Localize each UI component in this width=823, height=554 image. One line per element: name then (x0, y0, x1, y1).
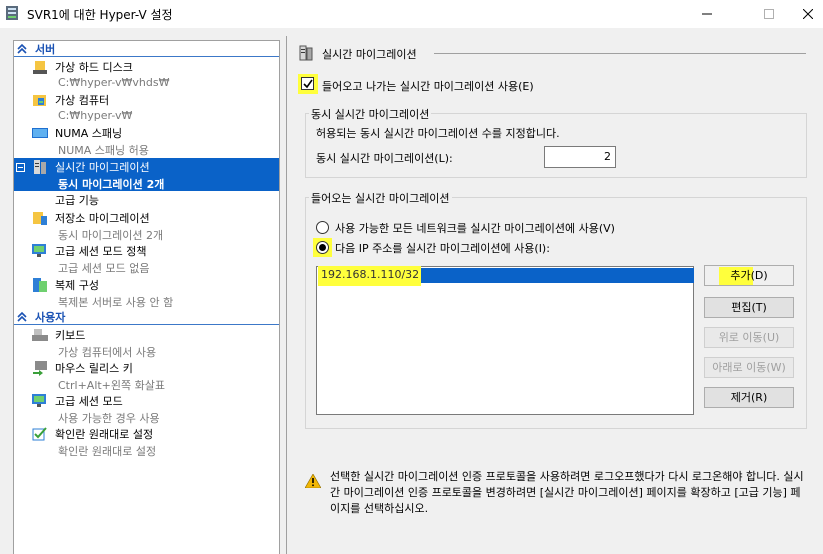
sidebar-item-label: 실시간 마이그레이션 (55, 161, 150, 174)
title-bar: SVR1에 대한 Hyper-V 설정 (0, 0, 823, 28)
radio-specific-ip[interactable] (316, 241, 329, 254)
simultaneous-description: 허용되는 동시 실시간 마이그레이션 수를 지정합니다. (316, 127, 560, 140)
replication-icon (33, 278, 47, 292)
sidebar-item-label: 고급 세션 모드 정책 (55, 245, 147, 258)
sidebar-item-reset-checkboxes[interactable]: 확인란 원래대로 설정 확인란 원래대로 설정 (14, 425, 279, 458)
sidebar-item-label: 저장소 마이그레이션 (55, 212, 150, 225)
checkbox-reset-icon (32, 427, 47, 441)
storage-migration-icon (33, 212, 47, 225)
sidebar-item-advanced-features[interactable]: 고급 기능 (14, 191, 279, 209)
simultaneous-group-title: 동시 실시간 마이그레이션 (309, 106, 432, 122)
sidebar-item-label: NUMA 스패닝 (55, 127, 123, 140)
edit-button[interactable]: 편집(T) (704, 297, 794, 318)
sidebar-item-label: 고급 기능 (55, 194, 99, 207)
section-title: 실시간 마이그레이션 (322, 48, 417, 61)
sidebar-item-live-migration[interactable]: 실시간 마이그레이션 동시 마이그레이션 2개 (14, 158, 279, 191)
collapse-chevron-icon (17, 311, 27, 322)
monitor-icon (32, 128, 48, 138)
sidebar-item-label: 가상 하드 디스크 (55, 61, 133, 74)
sidebar-item-label: 복제 구성 (55, 279, 99, 292)
sidebar-item-mouse-release[interactable]: 마우스 릴리스 키 Ctrl+Alt+왼쪽 화살표 (14, 359, 279, 392)
sidebar-item-keyboard[interactable]: 키보드 가상 컴퓨터에서 사용 (14, 326, 279, 359)
sidebar-item-sub: 고급 세션 모드 없음 (58, 262, 150, 275)
sidebar-item-sub: C:₩hyper-v₩vhds₩ (58, 76, 170, 89)
warning-message: 선택한 실시간 마이그레이션 인증 프로토콜을 사용하려면 로그오프했다가 다시… (330, 470, 804, 515)
close-button[interactable] (785, 0, 823, 28)
sidebar-item-storage-migration[interactable]: 저장소 마이그레이션 동시 마이그레이션 2개 (14, 209, 279, 242)
radio-specific-ip-label[interactable]: 다음 IP 주소를 실시간 마이그레이션에 사용(I): (335, 240, 550, 256)
folder-vm-icon (33, 95, 46, 106)
sidebar-item-label: 확인란 원래대로 설정 (55, 428, 154, 441)
enable-live-migration-checkbox[interactable] (301, 77, 314, 90)
radio-any-network[interactable] (316, 221, 329, 234)
sidebar-item-sub: Ctrl+Alt+왼쪽 화살표 (58, 379, 165, 392)
minimize-button[interactable] (684, 0, 730, 28)
server-migration-icon (299, 45, 313, 61)
checkmark-icon (303, 79, 313, 89)
minimize-icon (702, 13, 712, 15)
sidebar-item-label: 고급 세션 모드 (55, 395, 123, 408)
simultaneous-count-input[interactable]: 2 (544, 146, 616, 168)
user-section-header[interactable]: 사용자 (14, 309, 279, 325)
sidebar-item-sub: C:₩hyper-v₩ (58, 109, 133, 122)
sidebar-item-sub: 확인란 원래대로 설정 (58, 445, 157, 458)
close-icon (803, 9, 813, 19)
collapse-minus-icon[interactable] (16, 163, 25, 172)
sidebar-item-virtual-hard-disk[interactable]: 가상 하드 디스크 C:₩hyper-v₩vhds₩ (14, 58, 279, 91)
sidebar-item-enhanced-session[interactable]: 고급 세션 모드 사용 가능한 경우 사용 (14, 392, 279, 425)
ip-address-list[interactable] (316, 266, 694, 415)
sidebar-item-label: 가상 컴퓨터 (55, 94, 110, 107)
add-button[interactable]: 추가(D) (704, 265, 794, 286)
session-policy-icon (32, 244, 46, 257)
sidebar-item-replication[interactable]: 복제 구성 복제본 서버로 사용 안 함 (14, 276, 279, 309)
sidebar-item-label: 마우스 릴리스 키 (55, 362, 133, 375)
enable-live-migration-label[interactable]: 들어오고 나가는 실시간 마이그레이션 사용(E) (322, 78, 534, 94)
remove-button[interactable]: 제거(R) (704, 387, 794, 408)
sidebar-item-sub: 동시 마이그레이션 2개 (58, 178, 165, 191)
sidebar-item-session-policy[interactable]: 고급 세션 모드 정책 고급 세션 모드 없음 (14, 242, 279, 275)
server-section-header[interactable]: 서버 (14, 41, 279, 57)
sidebar-item-label: 키보드 (55, 329, 86, 342)
keyboard-icon (32, 329, 48, 341)
sidebar-item-sub: 가상 컴퓨터에서 사용 (58, 346, 157, 359)
settings-tree: 서버 가상 하드 디스크 C:₩hyper-v₩vhds₩ 가상 컴퓨터 C:₩… (13, 40, 280, 554)
warning-icon (305, 474, 321, 488)
server-migration-icon (34, 160, 46, 174)
sidebar-item-sub: NUMA 스패닝 허용 (58, 144, 149, 157)
incoming-group-title: 들어오는 실시간 마이그레이션 (309, 190, 452, 206)
sidebar-item-sub: 동시 마이그레이션 2개 (58, 229, 164, 242)
maximize-icon (764, 9, 774, 19)
hyper-v-settings-icon (6, 6, 18, 20)
move-down-button[interactable]: 아래로 이동(W) (704, 357, 794, 378)
ip-address-entry[interactable]: 192.168.1.110/32 (321, 268, 419, 281)
move-up-button[interactable]: 위로 이동(U) (704, 327, 794, 348)
radio-any-network-label[interactable]: 사용 가능한 모든 네트워크를 실시간 마이그레이션에 사용(V) (335, 220, 615, 236)
collapse-chevron-icon (17, 43, 27, 54)
sidebar-item-numa[interactable]: NUMA 스패닝 NUMA 스패닝 허용 (14, 124, 279, 157)
sidebar-item-virtual-machine[interactable]: 가상 컴퓨터 C:₩hyper-v₩ (14, 91, 279, 124)
session-icon (32, 394, 46, 407)
sidebar-item-sub: 사용 가능한 경우 사용 (58, 412, 160, 425)
pane-divider[interactable] (286, 36, 287, 554)
disk-icon (33, 61, 47, 74)
section-divider (434, 53, 806, 54)
window-title: SVR1에 대한 Hyper-V 설정 (27, 8, 173, 22)
user-section-label: 사용자 (35, 311, 66, 324)
mouse-release-icon (33, 361, 47, 376)
simultaneous-field-label: 동시 실시간 마이그레이션(L): (316, 152, 453, 165)
sidebar-item-sub: 복제본 서버로 사용 안 함 (58, 296, 174, 309)
server-section-label: 서버 (35, 43, 56, 56)
